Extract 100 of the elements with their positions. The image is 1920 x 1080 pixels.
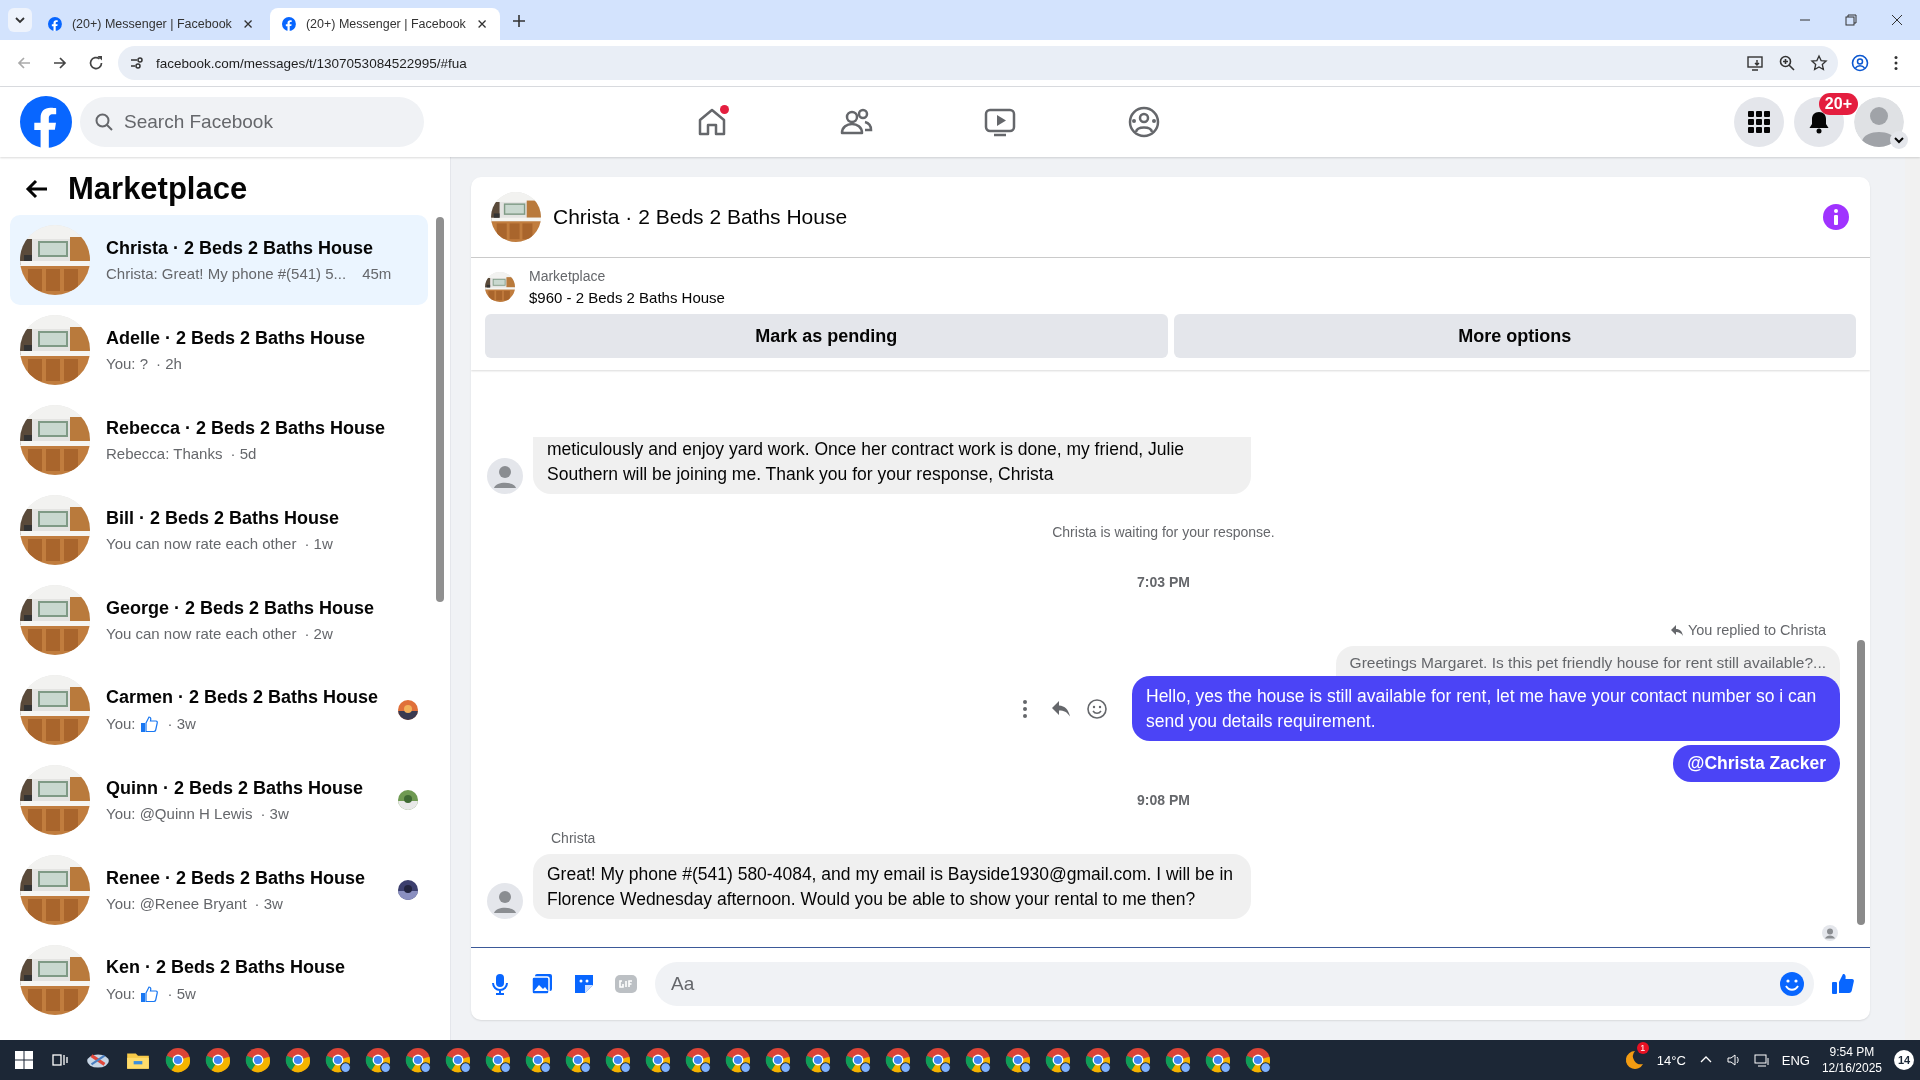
sidebar-title: Marketplace [68, 171, 248, 207]
chrome-icon[interactable] [565, 1047, 591, 1073]
message-bubble: Hello, yes the house is still available for rent, let me have your contact number so i can send you details requirement. [1132, 676, 1840, 741]
chrome-icon[interactable] [485, 1047, 511, 1073]
chrome-icon[interactable] [925, 1047, 951, 1073]
bookmark-star-icon[interactable] [1810, 54, 1828, 72]
scrollbar[interactable] [1905, 157, 1920, 1040]
reply-note: You replied to Christa [1687, 622, 1826, 638]
facebook-logo-icon[interactable] [20, 96, 72, 148]
task-view-icon[interactable] [51, 1051, 69, 1069]
chrome-icon[interactable] [285, 1047, 311, 1073]
chrome-icon[interactable] [405, 1047, 431, 1073]
clock[interactable]: 9:54 PM 12/16/2025 [1821, 1044, 1882, 1076]
chrome-icon[interactable] [365, 1047, 391, 1073]
message-preview: You: ? [106, 355, 148, 372]
reply-icon [1669, 623, 1684, 637]
windows-start-icon[interactable] [15, 1051, 33, 1069]
language-indicator[interactable]: ENG [1781, 1052, 1810, 1068]
action-button[interactable]: Mark as pending [485, 314, 1168, 358]
conversation-name: Ken · 2 Beds 2 Baths House [106, 956, 347, 978]
listing-title[interactable]: $960 - 2 Beds 2 Baths House [529, 289, 725, 306]
url-text: facebook.com/messages/t/1307053084522995/#fua [156, 55, 467, 71]
chrome-icon[interactable] [325, 1047, 351, 1073]
emoji-icon[interactable] [1779, 971, 1805, 997]
conversation-name: Renee · 2 Beds 2 Baths House [106, 868, 367, 889]
browser-tab[interactable]: (20+) Messenger | Facebook [36, 8, 266, 40]
timestamp: 9:08 PM [1136, 792, 1191, 808]
zoom-icon[interactable] [1778, 54, 1796, 72]
chrome-icon[interactable] [205, 1047, 231, 1073]
avatar-icon [487, 883, 523, 919]
conversation-name: Bill · 2 Beds 2 Baths House [106, 508, 341, 529]
chrome-icon[interactable] [445, 1047, 471, 1073]
chrome-icon[interactable] [1245, 1047, 1271, 1073]
message-preview: You: @Renee Bryant [106, 895, 247, 912]
message-time: · 3w [167, 715, 196, 732]
scrollbar[interactable] [1857, 640, 1865, 925]
message-bubble: meticulously and enjoy yard work. Once her contract work is done, my friend, Julie Southern will be joining me. Thank you for your response, Christa [533, 437, 1251, 494]
chrome-icon[interactable] [685, 1047, 711, 1073]
avatar-icon [487, 458, 523, 494]
address-bar[interactable]: facebook.com/messages/t/1307053084522995/#fua [118, 46, 1838, 80]
chrome-icon[interactable] [1125, 1047, 1151, 1073]
search-field[interactable]: Search Facebook [80, 97, 424, 147]
chrome-icon[interactable] [165, 1047, 191, 1073]
menu-button[interactable] [1734, 97, 1784, 147]
conversation-item[interactable]: Rebecca · 2 Beds 2 Baths House Rebecca: Thanks · 5d [10, 395, 428, 485]
conversation-item[interactable]: George · 2 Beds 2 Baths House You can now rate each other · 2w [10, 575, 428, 665]
notification-count[interactable]: 14 [1894, 1050, 1914, 1070]
conversation-item[interactable]: Quinn · 2 Beds 2 Baths House You: @Quinn H Lewis · 3w [10, 755, 428, 845]
reload-icon[interactable] [87, 54, 105, 72]
image-icon[interactable] [529, 971, 555, 997]
message-time: · 5w [167, 985, 196, 1002]
chrome-icon[interactable] [1005, 1047, 1031, 1073]
conversation-name: Adelle · 2 Beds 2 Baths House [106, 328, 367, 349]
chrome-icon[interactable] [605, 1047, 631, 1073]
message-preview: You: [106, 985, 136, 1002]
action-button[interactable]: More options [1173, 314, 1856, 358]
site-settings-icon[interactable] [128, 54, 146, 72]
chrome-icon[interactable] [525, 1047, 551, 1073]
message-time: · 2h [156, 355, 182, 372]
network-icon[interactable] [1753, 1052, 1770, 1068]
message-bubble: Great! My phone #(541) 580-4084, and my email is Bayside1930@gmail.com. I will be in Florence Wednesday afternoon. Would you be able to show your rental to me then? [533, 854, 1251, 919]
chrome-icon[interactable] [845, 1047, 871, 1073]
speaker-icon[interactable] [1725, 1052, 1742, 1068]
thumbs-up-icon[interactable] [1830, 971, 1856, 997]
chrome-icon[interactable] [885, 1047, 911, 1073]
chrome-icon[interactable] [1205, 1047, 1231, 1073]
emoji-icon[interactable] [1086, 697, 1108, 720]
conversation-name: Carmen · 2 Beds 2 Baths House [106, 686, 380, 708]
scrollbar[interactable] [436, 217, 444, 602]
conversation-item[interactable]: Renee · 2 Beds 2 Baths House You: @Renee Bryant · 3w [10, 845, 428, 935]
message-preview: Christa: Great! My phone #(541) 5... [106, 265, 347, 282]
chrome-icon[interactable] [725, 1047, 751, 1073]
conversation-item[interactable]: Adelle · 2 Beds 2 Baths House You: ? · 2h [10, 305, 428, 395]
profile-icon[interactable] [1851, 54, 1869, 72]
conversation-item[interactable]: Carmen · 2 Beds 2 Baths House You: · 3w [10, 665, 428, 755]
chrome-icon[interactable] [245, 1047, 271, 1073]
chevron-down-icon[interactable] [14, 14, 26, 26]
message-time: · 2w [304, 625, 333, 642]
message-preview: You can now rate each other [106, 535, 297, 552]
new-tab-icon[interactable] [510, 12, 528, 30]
groups-icon[interactable] [1126, 104, 1162, 140]
info-icon[interactable] [1822, 203, 1850, 231]
install-app-icon[interactable] [1746, 54, 1764, 72]
chrome-icon[interactable] [965, 1047, 991, 1073]
conversation-item[interactable]: Christa · 2 Beds 2 Baths House Christa: Great! My phone #(541) 5... 45m [10, 215, 428, 305]
chrome-icon[interactable] [805, 1047, 831, 1073]
temperature: 14°C [1656, 1052, 1686, 1068]
chrome-icon[interactable] [1045, 1047, 1071, 1073]
message-time: · 5d [230, 445, 257, 462]
chrome-icon[interactable] [645, 1047, 671, 1073]
profile-avatar-icon[interactable] [1854, 97, 1904, 147]
conversation-item[interactable]: Ken · 2 Beds 2 Baths House You: · 5w [10, 935, 428, 1025]
chrome-icon[interactable] [1085, 1047, 1111, 1073]
conversation-name: Rebecca · 2 Beds 2 Baths House [106, 418, 387, 439]
chrome-icon[interactable] [765, 1047, 791, 1073]
chevron-down-icon[interactable] [1890, 131, 1908, 149]
conversation-item[interactable]: Bill · 2 Beds 2 Baths House You can now rate each other · 1w [10, 485, 428, 575]
message-field[interactable]: Aa [655, 962, 1814, 1006]
browser-tab[interactable]: (20+) Messenger | Facebook [270, 8, 500, 40]
chrome-icon[interactable] [1165, 1047, 1191, 1073]
